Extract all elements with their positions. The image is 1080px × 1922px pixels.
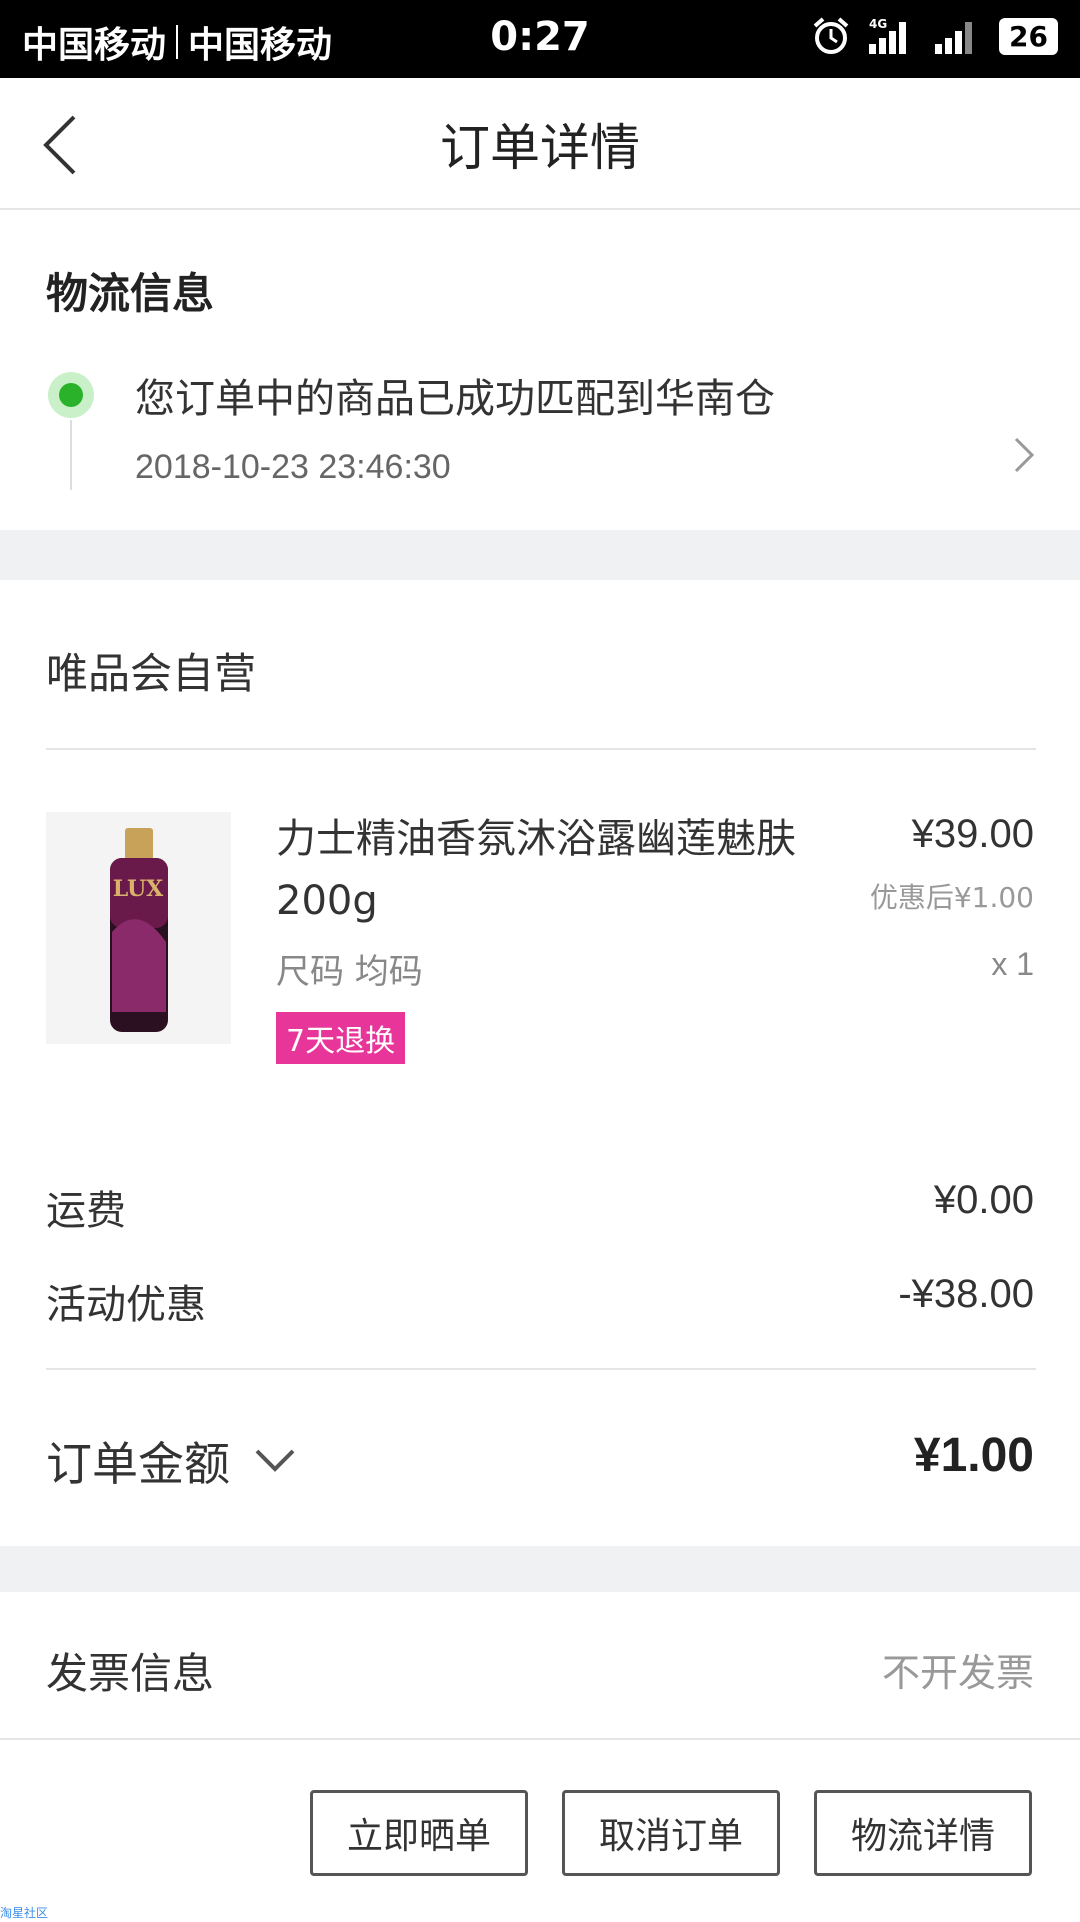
order-total-label: 订单金额 [46,1437,230,1491]
logistics-status-dot-icon [48,372,94,418]
invoice-value: 不开发票 [881,1651,1034,1695]
nav-header: 订单详情 [0,78,1080,210]
logistics-message[interactable]: 您订单中的商品已成功匹配到华南仓 [135,366,775,424]
order-total-value: ¥1.00 [913,1429,1034,1482]
divider [46,1368,1036,1370]
share-order-button[interactable]: 立即晒单 [310,1790,528,1876]
promotion-discount-label: 活动优惠 [46,1282,206,1328]
logistics-timestamp: 2018-10-23 23:46:30 [135,448,451,486]
product-spec: 尺码 均码 [276,952,423,992]
logistics-details-button[interactable]: 物流详情 [814,1790,1032,1876]
cancel-order-button[interactable]: 取消订单 [562,1790,780,1876]
product-name[interactable]: 力士精油香氛沐浴露幽莲魅肤200g [276,808,836,932]
signal-icon [935,22,973,54]
promotion-discount-value: -¥38.00 [898,1272,1034,1316]
product-bottle-image: LUX [110,828,168,1032]
logistics-timeline [70,420,72,490]
shipping-fee-label: 运费 [46,1188,126,1234]
section-gap [0,1546,1080,1592]
product-price: ¥39.00 [911,812,1034,856]
order-total-toggle[interactable]: 订单金额 [46,1428,296,1494]
section-gap [0,530,1080,580]
invoice-label: 发票信息 [46,1649,215,1698]
network-label: 4G [869,17,887,31]
action-bar: 立即晒单 取消订单 物流详情 [0,1738,1080,1922]
return-policy-badge: 7天退换 [276,1012,406,1064]
signal-4g-icon: 4G [869,17,907,54]
product-discounted-price: 优惠后¥1.00 [869,881,1034,914]
status-icons: 4G 26 [811,16,1058,56]
chevron-down-icon [255,1449,295,1472]
product-quantity: x 1 [991,946,1034,982]
alarm-icon [813,17,849,54]
shipping-fee-value: ¥0.00 [933,1178,1034,1222]
chevron-right-icon[interactable] [1012,435,1036,475]
page-title: 订单详情 [440,119,640,177]
product-image[interactable]: LUX [46,812,231,1044]
store-name: 唯品会自营 [46,649,257,698]
status-bar: 中国移动 中国移动 0:27 4G 26 [0,0,1080,78]
product-brand-logo: LUX [113,876,164,902]
logistics-section-title: 物流信息 [46,269,215,318]
watermark: 淘星社区 [0,1906,49,1920]
divider [46,748,1036,750]
battery-icon: 26 [999,17,1058,55]
